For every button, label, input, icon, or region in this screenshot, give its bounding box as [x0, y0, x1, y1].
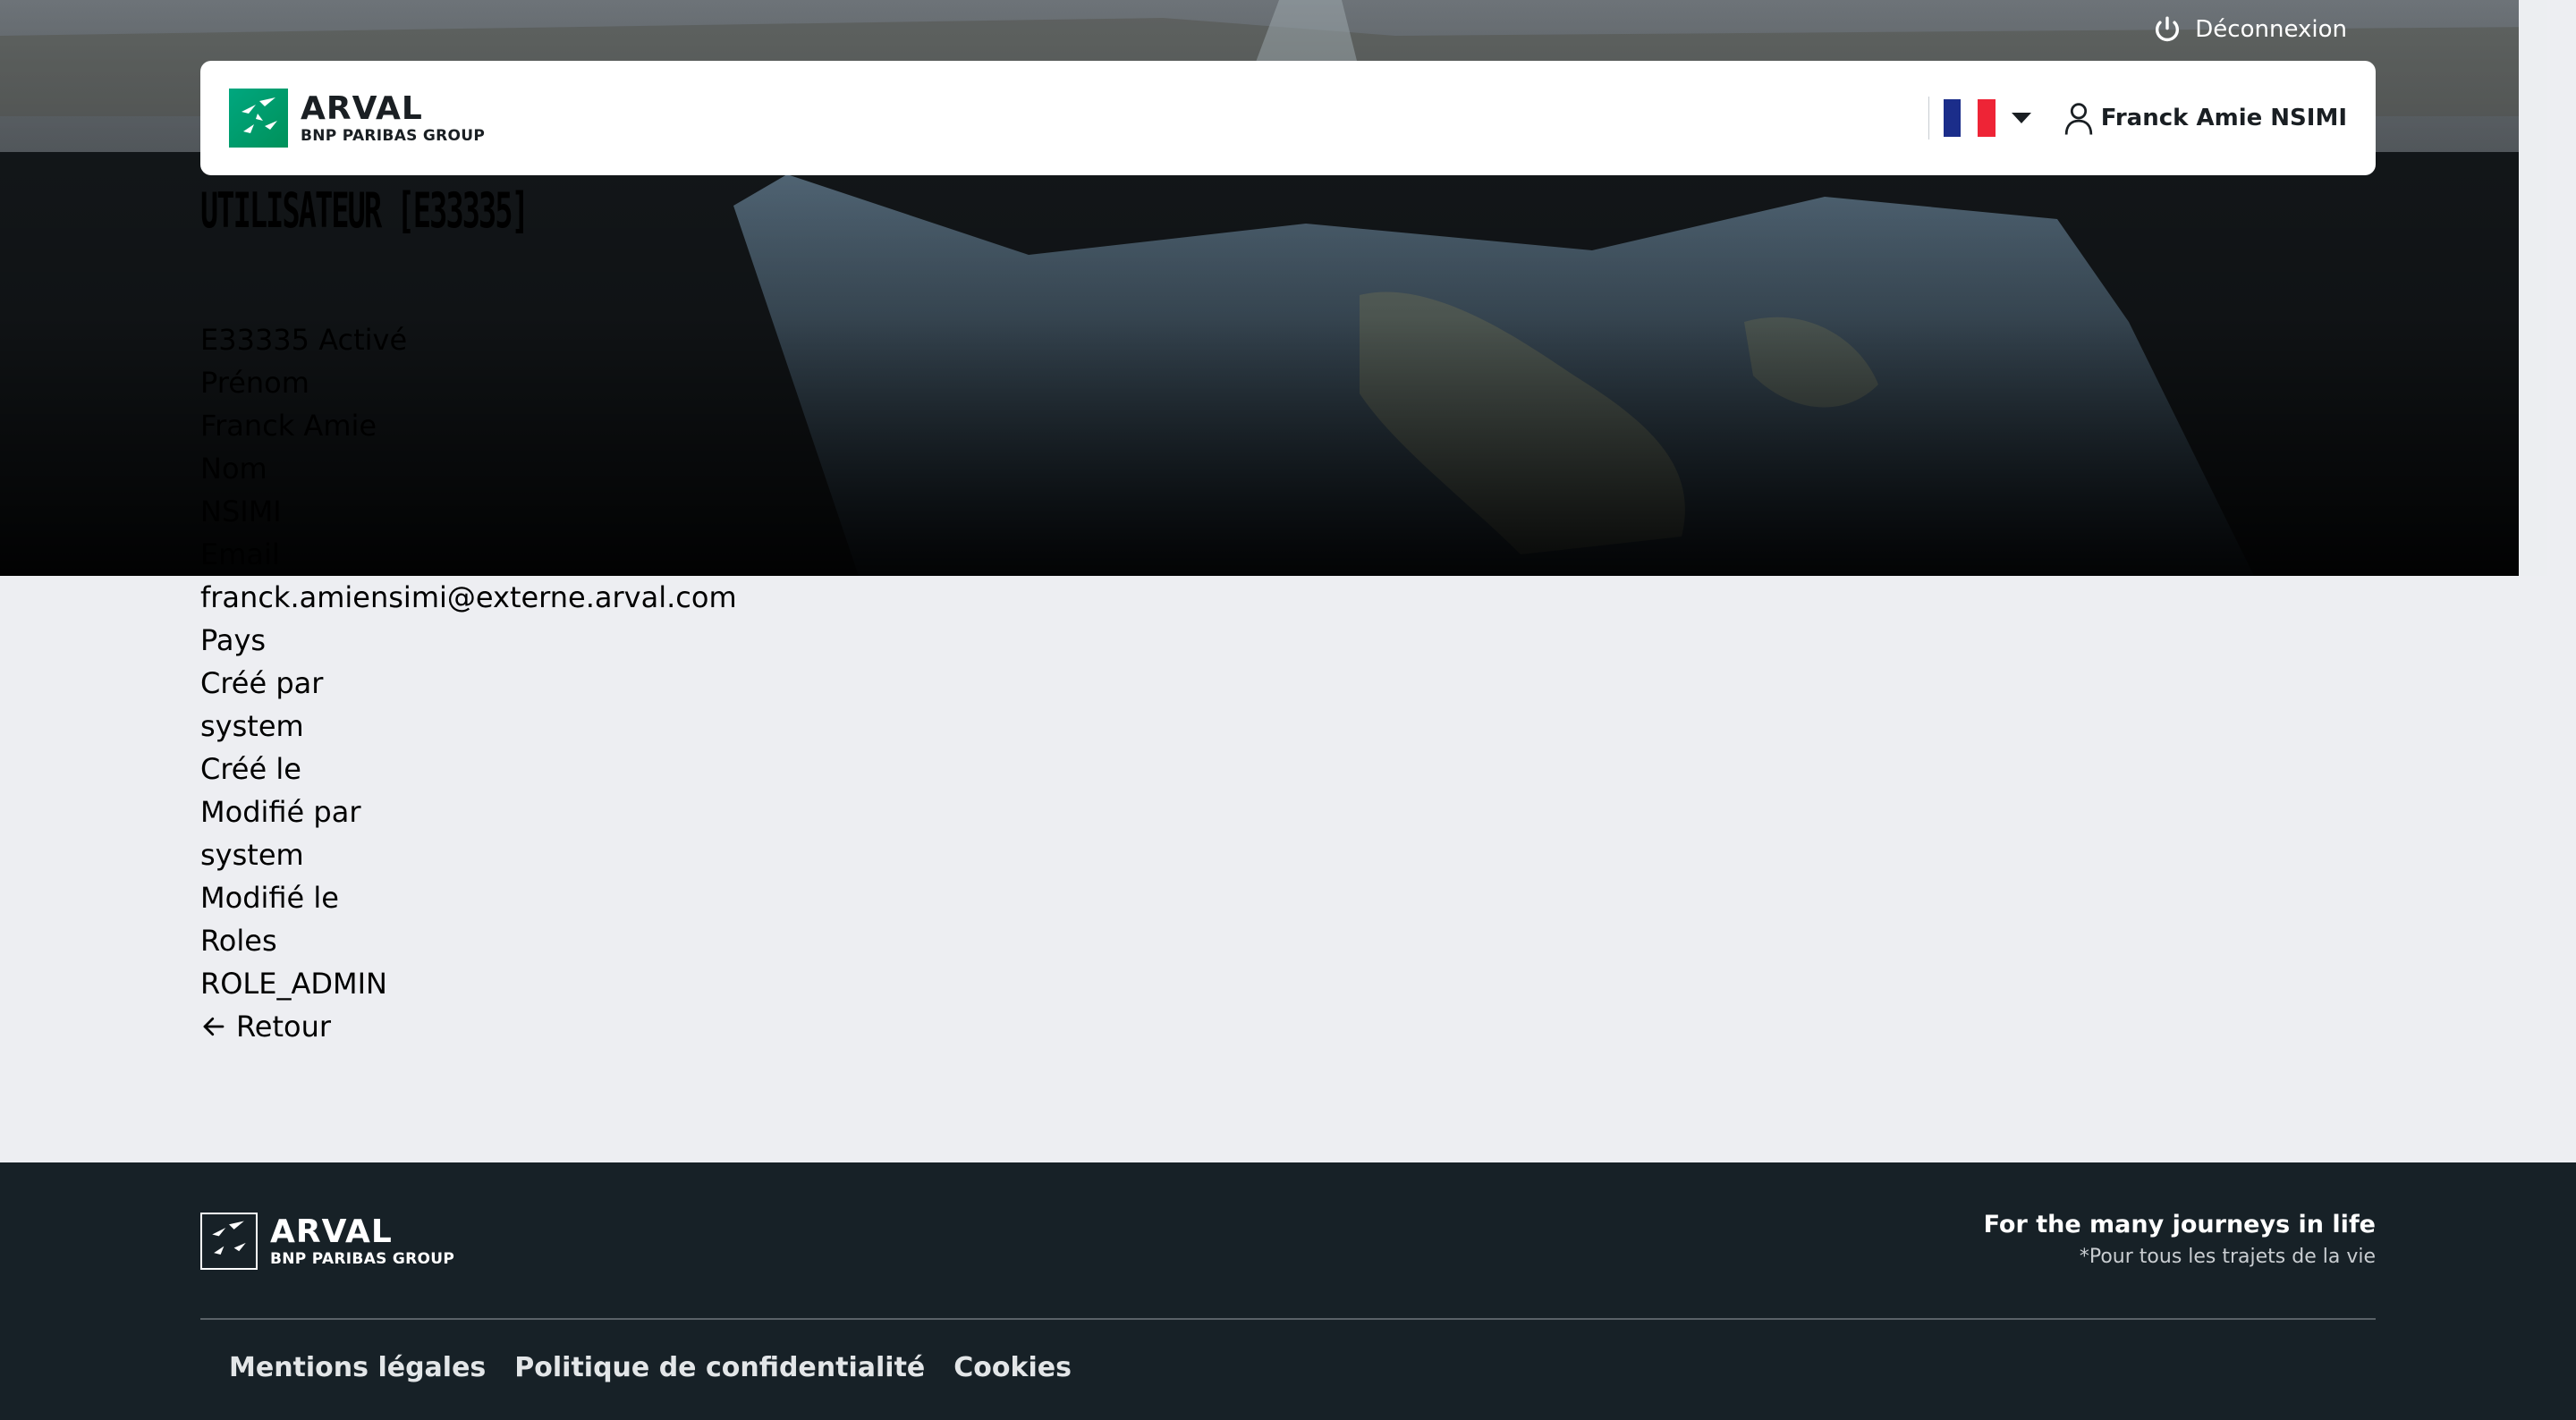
arrow-left-icon	[203, 1017, 225, 1036]
modified-by-label: Modifié par	[200, 795, 361, 829]
tagline-sub: *Pour tous les trajets de la vie	[2079, 1246, 2376, 1268]
footer-logo-name: ARVAL	[270, 1213, 393, 1250]
created-on-label: Créé le	[200, 752, 301, 786]
back-label: Retour	[236, 1010, 332, 1044]
footer-divider	[200, 1318, 2376, 1320]
footer-links: Mentions légales Politique de confidenti…	[229, 1352, 1072, 1383]
bnp-stars-icon	[200, 1213, 258, 1270]
user-icon	[2064, 103, 2092, 135]
app-header: ARVAL BNP PARIBAS GROUP Franck Amie NSIM…	[200, 61, 2376, 175]
arval-logo[interactable]: ARVAL BNP PARIBAS GROUP	[229, 89, 485, 148]
chevron-down-icon	[2011, 113, 2031, 123]
last-name-value: NSIMI	[200, 494, 282, 528]
logo-name: ARVAL	[301, 89, 423, 127]
footer-logo-group: BNP PARIBAS GROUP	[270, 1249, 455, 1268]
footer-logo[interactable]: ARVAL BNP PARIBAS GROUP	[200, 1213, 454, 1270]
logout-button[interactable]: Déconnexion	[2152, 14, 2347, 45]
last-name-label: Nom	[200, 452, 267, 486]
footer-tagline: For the many journeys in life *Pour tous…	[1984, 1211, 2376, 1268]
power-icon	[2156, 16, 2180, 42]
scrollbar-track	[2519, 0, 2547, 576]
legal-notice-link[interactable]: Mentions légales	[229, 1352, 486, 1383]
modified-on-label: Modifié le	[200, 881, 339, 915]
logo-group: BNP PARIBAS GROUP	[301, 126, 486, 145]
bnp-stars-icon	[229, 89, 288, 148]
modified-by-value: system	[200, 838, 304, 872]
flag-france-icon	[1943, 99, 1996, 137]
cookies-link[interactable]: Cookies	[953, 1352, 1072, 1383]
language-selector[interactable]	[1928, 97, 2031, 139]
user-details: E33335 Activé Prénom Franck Amie Nom NSI…	[200, 318, 737, 1048]
page-title: UTILISATEUR [E33335]	[200, 182, 530, 239]
page-footer: ARVAL BNP PARIBAS GROUP For the many jou…	[0, 1162, 2576, 1420]
user-id-status: E33335 Activé	[200, 323, 408, 357]
privacy-policy-link[interactable]: Politique de confidentialité	[514, 1352, 925, 1383]
email-label: Email	[200, 537, 280, 571]
user-menu[interactable]: Franck Amie NSIMI	[2062, 100, 2347, 136]
user-name: Franck Amie NSIMI	[2100, 105, 2347, 131]
roles-value: ROLE_ADMIN	[200, 967, 387, 1001]
roles-label: Roles	[200, 924, 277, 958]
logout-label: Déconnexion	[2195, 16, 2347, 43]
tagline-main: For the many journeys in life	[1983, 1211, 2376, 1238]
created-by-label: Créé par	[200, 666, 324, 700]
first-name-value: Franck Amie	[200, 409, 377, 443]
created-by-value: system	[200, 709, 304, 743]
first-name-label: Prénom	[200, 366, 309, 400]
email-value: franck.amiensimi@externe.arval.com	[200, 580, 737, 614]
country-label: Pays	[200, 623, 267, 657]
back-button[interactable]: Retour	[200, 1005, 737, 1048]
